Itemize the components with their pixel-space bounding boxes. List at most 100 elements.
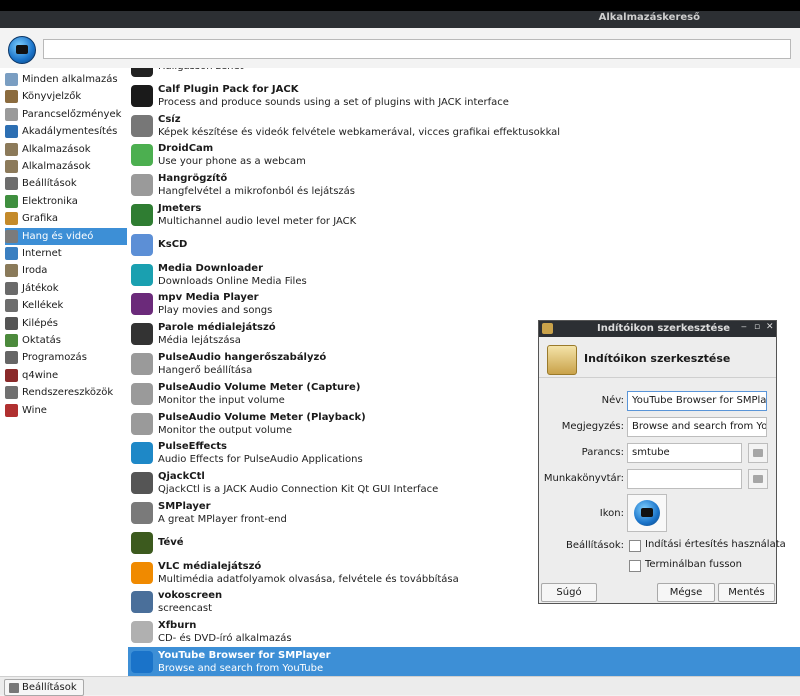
application-item[interactable]: Calf Plugin Pack for JACK Process and pro… (128, 81, 800, 110)
category-item[interactable]: Játékok (5, 280, 127, 297)
workdir-field[interactable] (627, 469, 742, 489)
bottom-bar: Beállítások (0, 676, 800, 696)
category-item[interactable]: Alkalmazások (5, 158, 127, 175)
application-description: Audio Effects for PulseAudio Application… (158, 454, 363, 466)
internet-icon (5, 247, 18, 260)
application-description: Hangfelvétel a mikrofonból és lejátszás (158, 186, 356, 198)
application-name: mpv Media Player (158, 292, 259, 304)
category-label: Programozás (22, 352, 87, 364)
window-titlebar: Alkalmazáskereső (0, 0, 800, 28)
category-item[interactable]: Könyvjelzők (5, 88, 127, 105)
application-description: A great MPlayer front-end (158, 514, 287, 525)
application-item[interactable]: Hangrögzítő Hangfelvétel a mikrofonból és… (128, 170, 800, 199)
workdir-browse-icon[interactable] (748, 469, 768, 489)
category-item[interactable]: Grafika (5, 210, 127, 227)
category-label: Kellékek (22, 300, 64, 312)
search-input[interactable] (43, 39, 791, 59)
icon-picker-button[interactable] (627, 494, 667, 532)
category-item[interactable]: Internet (5, 245, 127, 262)
run-in-terminal-label: Terminálban fusson (645, 559, 742, 570)
application-item[interactable]: mpv Media Player Play movies and songs (128, 289, 800, 318)
application-description: Multimédia adatfolyamok olvasása, felvét… (158, 573, 459, 585)
games-icon (5, 281, 18, 295)
help-button[interactable]: Súgó (541, 583, 597, 602)
smtube-icon (634, 500, 660, 526)
category-item[interactable]: Rendszereszközök (5, 384, 127, 401)
category-item[interactable]: Oktatás (5, 332, 127, 349)
multimedia-icon (5, 229, 18, 243)
graphics-icon (5, 212, 18, 226)
category-label: Grafika (22, 213, 59, 225)
category-item[interactable]: q4wine (5, 367, 127, 384)
category-item[interactable]: Minden alkalmazás (5, 71, 127, 88)
application-name: Media Downloader (158, 262, 263, 274)
app-finder-logo-icon (8, 36, 36, 64)
category-item[interactable]: Iroda (5, 262, 127, 279)
name-field[interactable]: YouTube Browser for SMPlayer (627, 391, 767, 411)
command-field[interactable]: smtube (627, 443, 742, 463)
application-name: Jmeters (158, 203, 202, 214)
accessories-icon (5, 299, 18, 313)
electronics-icon (5, 194, 18, 208)
category-item[interactable]: Kilépés (5, 315, 127, 332)
category-label: Oktatás (22, 335, 61, 346)
run-in-terminal-checkbox[interactable] (629, 560, 641, 572)
application-item[interactable]: YouTube Browser for SMPlayer Browse and s… (128, 647, 800, 676)
application-description: Play movies and songs (158, 305, 273, 317)
save-button[interactable]: Mentés (718, 583, 775, 602)
application-item[interactable]: DroidCam Use your phone as a webcam (128, 140, 800, 169)
settings-icon (5, 177, 18, 191)
vlc-cone-icon (131, 561, 153, 584)
accessibility-icon (5, 125, 18, 139)
comment-field[interactable]: Browse and search from YouTu (627, 417, 767, 437)
smtube-icon (131, 651, 153, 673)
application-name: PulseAudio hangerőszabályzó (158, 352, 327, 363)
all-apps-icon (5, 73, 18, 86)
startup-notify-checkbox[interactable] (629, 540, 641, 552)
application-description: Browse and search from YouTube (158, 663, 324, 674)
dialog-form: Név: YouTube Browser for SMPlayer Megjeg… (539, 377, 786, 582)
category-item[interactable]: Parancselőzmények (5, 106, 127, 123)
application-description: Downloads Online Media Files (158, 275, 307, 287)
category-label: q4wine (22, 369, 59, 381)
close-icon[interactable]: ✕ (766, 322, 774, 332)
office-icon (5, 264, 18, 278)
cancel-button[interactable]: Mégse (657, 583, 715, 602)
application-item[interactable]: KsCD (128, 230, 800, 259)
application-name: DroidCam (158, 143, 214, 155)
category-item[interactable]: Wine (5, 402, 127, 419)
application-description: CD- és DVD-író alkalmazás (158, 633, 292, 645)
application-description: Hangerő beállítása (158, 365, 253, 376)
application-name: KsCD (158, 238, 188, 250)
application-item[interactable]: Jmeters Multichannel audio level meter fo… (128, 200, 800, 229)
calf-icon (131, 84, 153, 107)
category-item[interactable]: Programozás (5, 349, 127, 366)
category-item[interactable]: Kellékek (5, 297, 127, 314)
settings-button[interactable]: Beállítások (4, 679, 84, 696)
application-item[interactable]: Xfburn CD- és DVD-író alkalmazás (128, 617, 800, 646)
launcher-editor-icon (547, 345, 577, 375)
category-item[interactable]: Beállítások (5, 175, 127, 192)
workdir-label: Munkakönyvtár: (543, 473, 624, 484)
application-item[interactable]: Csíz Képek készítése és videók felvétele … (128, 111, 800, 140)
category-label: Iroda (22, 265, 48, 277)
command-browse-icon[interactable] (748, 443, 768, 463)
download-icon (131, 263, 153, 286)
top-panel-strip (0, 0, 800, 11)
category-item[interactable]: Akadálymentesítés (5, 123, 127, 140)
category-label: Akadálymentesítés (22, 126, 118, 138)
application-name: Parole médialejátszó (158, 322, 276, 334)
category-item[interactable]: Elektronika (5, 193, 127, 210)
application-item[interactable]: Hallgasson zenét (128, 68, 800, 80)
category-item[interactable]: Alkalmazások (5, 141, 127, 158)
minimize-icon[interactable]: ‒ (741, 322, 747, 332)
application-name: QjackCtl (158, 471, 205, 483)
category-label: Elektronika (22, 195, 78, 207)
application-item[interactable]: Media Downloader Downloads Online Media F… (128, 260, 800, 289)
category-item[interactable]: Hang és videó (5, 227, 127, 245)
application-description: Multichannel audio level meter for JACK (158, 216, 357, 227)
maximize-icon[interactable]: ▫ (754, 322, 760, 332)
category-sidebar: Minden alkalmazás Könyvjelzők Parancselőzm… (0, 68, 129, 676)
application-description: Képek készítése és videók felvétele webk… (158, 126, 561, 138)
screencast-icon (131, 591, 153, 614)
